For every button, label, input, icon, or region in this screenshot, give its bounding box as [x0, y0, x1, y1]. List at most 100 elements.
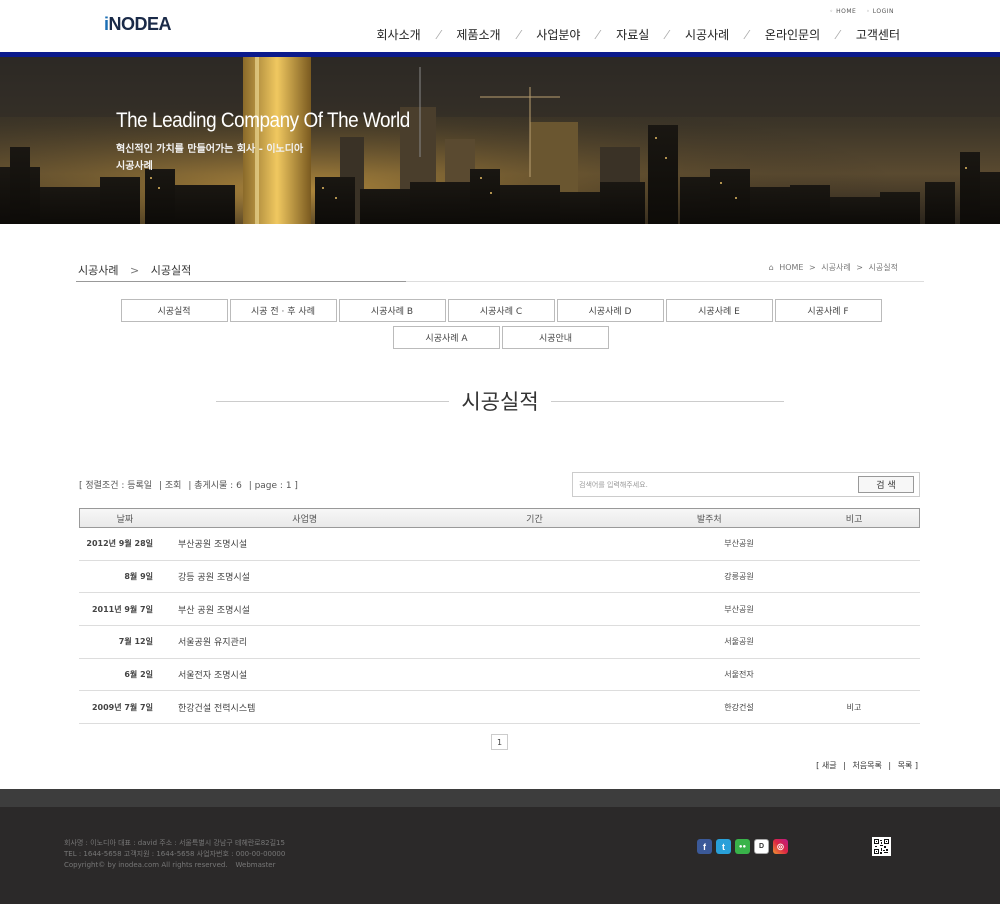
- nav-separator: /: [594, 28, 603, 41]
- tab-case-f[interactable]: 시공사례 F: [774, 299, 882, 322]
- company-info: 회사명 : 이노디아 대표 : david 주소 : 서울특별시 강남구 테헤란…: [64, 838, 285, 871]
- row-client: 부산공원: [724, 539, 754, 549]
- row-client: 서울공원: [724, 637, 754, 647]
- row-date: 2011년 9월 7일: [91, 604, 153, 614]
- header-client: 발주처: [696, 514, 722, 525]
- nav-separator: /: [434, 28, 443, 41]
- nav-item-archive[interactable]: 자료실: [616, 26, 649, 43]
- row-client: 강릉공원: [724, 572, 754, 582]
- site-logo[interactable]: iNODEA: [104, 14, 172, 35]
- twitter-icon[interactable]: t: [716, 839, 731, 854]
- breadcrumb-current[interactable]: 시공실적: [869, 263, 898, 272]
- line-icon[interactable]: ●●: [735, 839, 750, 854]
- nav-item-cases[interactable]: 시공사례: [685, 26, 729, 43]
- copyright: Copyright© by inodea.com All rights rese…: [64, 861, 228, 869]
- company-info-line: 회사명 : 이노디아 대표 : david 주소 : 서울특별시 강남구 테헤란…: [64, 839, 285, 847]
- sort-condition[interactable]: [ 정렬조건 : 등록일: [79, 481, 152, 491]
- breadcrumb: ⌂ HOME > 시공사례 > 시공실적: [769, 262, 898, 273]
- qr-code-icon[interactable]: [872, 837, 891, 856]
- nav-item-inquiry[interactable]: 온라인문의: [765, 26, 820, 43]
- sns-links: f t ●● D ◎: [697, 839, 788, 854]
- search-box: 검 색: [572, 472, 920, 497]
- first-list-link[interactable]: 처음목록: [852, 761, 881, 770]
- divider: [216, 400, 450, 402]
- table-row[interactable]: 8월 9일 강등 공원 조명시설 강릉공원: [79, 561, 920, 594]
- nav-separator: /: [662, 28, 672, 41]
- table-header: 날짜 사업명 기간 발주처 비고: [79, 508, 920, 528]
- list-info: [ 정렬조건 : 등록일 | 조회 | 총게시물 : 6 | page : 1 …: [79, 478, 302, 491]
- list-link[interactable]: 목록 ]: [898, 761, 918, 770]
- sort-views[interactable]: | 조회: [159, 481, 181, 491]
- row-date: 2009년 7월 7일: [91, 702, 153, 712]
- nav-item-support[interactable]: 고객센터: [856, 26, 900, 43]
- table-row[interactable]: 2009년 7월 7일 한강건설 전력시스템 한강건설 비고: [79, 691, 920, 725]
- login-link[interactable]: LOGIN: [866, 8, 894, 15]
- chevron-right-icon: >: [856, 263, 863, 272]
- section-title: 시공실적: [461, 390, 539, 414]
- hero-title: The Leading Company Of The World: [116, 109, 410, 132]
- section-heading: 시공실적: [216, 386, 784, 416]
- separator: |: [843, 761, 846, 770]
- row-title[interactable]: 서울공원 유지관리: [153, 635, 439, 648]
- header-title: 사업명: [292, 514, 318, 525]
- tab-guide[interactable]: 시공안내: [502, 326, 609, 349]
- search-input[interactable]: [579, 478, 849, 492]
- row-title[interactable]: 서울전자 조명시설: [153, 668, 439, 681]
- nav-item-products[interactable]: 제품소개: [456, 26, 500, 43]
- pagination-page[interactable]: 1: [491, 734, 508, 750]
- row-title[interactable]: 강등 공원 조명시설: [153, 570, 439, 583]
- table-row[interactable]: 2011년 9월 7일 부산 공원 조명시설 부산공원: [79, 593, 920, 627]
- row-title[interactable]: 한강건설 전력시스템: [153, 701, 439, 714]
- header-date: 날짜: [116, 514, 134, 525]
- row-client: 서울전자: [724, 670, 754, 680]
- breadcrumb-section[interactable]: 시공사례: [821, 263, 850, 272]
- row-title[interactable]: 부산공원 조명시설: [153, 537, 439, 550]
- nav-item-business[interactable]: 사업분야: [536, 26, 580, 43]
- row-client: 한강건설: [724, 702, 754, 712]
- hero-banner: The Leading Company Of The World 혁신적인 가치…: [0, 57, 1000, 224]
- nav-separator: /: [833, 28, 843, 41]
- tab-results[interactable]: 시공실적: [120, 299, 228, 322]
- company-info-line: TEL : 1644-5658 고객지원 : 1644-5658 사업자번호 :…: [64, 850, 286, 858]
- webmaster-link[interactable]: Webmaster: [236, 861, 276, 869]
- section-name: 시공사례: [78, 264, 119, 277]
- new-post-link[interactable]: [ 새글: [816, 761, 836, 770]
- header-note: 비고: [845, 514, 863, 525]
- table-row[interactable]: 7월 12일 서울공원 유지관리 서울공원: [79, 626, 920, 659]
- row-note: 비고: [846, 702, 862, 712]
- search-button[interactable]: 검 색: [858, 476, 914, 493]
- tab-before-after[interactable]: 시공 전 · 후 사례: [229, 299, 337, 322]
- row-client: 부산공원: [724, 604, 754, 614]
- breadcrumb-home[interactable]: HOME: [779, 263, 803, 272]
- chevron-right-icon: >: [129, 264, 140, 277]
- divider-accent: [76, 281, 406, 282]
- kakaostory-icon[interactable]: D: [754, 839, 769, 854]
- table-row[interactable]: 6월 2일 서울전자 조명시설 서울전자: [79, 659, 920, 692]
- separator: |: [888, 761, 892, 770]
- tab-case-d[interactable]: 시공사례 D: [556, 299, 664, 322]
- table-row[interactable]: 2012년 9월 28일 부산공원 조명시설 부산공원: [79, 528, 920, 561]
- tab-case-e[interactable]: 시공사례 E: [665, 299, 773, 322]
- tab-case-a[interactable]: 시공사례 A: [393, 326, 500, 349]
- tab-case-c[interactable]: 시공사례 C: [447, 299, 555, 322]
- category-tabs: 시공실적 시공 전 · 후 사례 시공사례 B 시공사례 C 시공사례 D 시공…: [118, 299, 884, 349]
- current-page-name: 시공실적: [150, 264, 192, 277]
- home-icon: ⌂: [768, 263, 774, 272]
- chevron-right-icon: >: [809, 263, 816, 272]
- row-date: 2012년 9월 28일: [86, 539, 153, 549]
- hero-subtitle: 혁신적인 가치를 만들어가는 회사 - 이노디아: [116, 144, 304, 155]
- logo-text: NODEA: [108, 14, 172, 34]
- header-period: 기간: [526, 514, 543, 525]
- site-header: iNODEA HOME LOGIN 회사소개 / 제품소개 / 사업분야 / 자…: [0, 0, 1000, 52]
- facebook-icon[interactable]: f: [697, 839, 712, 854]
- nav-item-company[interactable]: 회사소개: [377, 26, 421, 43]
- tab-case-b[interactable]: 시공사례 B: [338, 299, 446, 322]
- board-actions: [ 새글 | 처음목록 | 목록 ]: [816, 760, 918, 771]
- nav-separator: /: [514, 28, 523, 41]
- home-link[interactable]: HOME: [830, 8, 857, 15]
- page-title: 시공사례 > 시공실적: [78, 262, 191, 278]
- row-title[interactable]: 부산 공원 조명시설: [153, 603, 439, 616]
- main-nav: 회사소개 / 제품소개 / 사업분야 / 자료실 / 시공사례 / 온라인문의 …: [377, 26, 901, 43]
- nav-separator: /: [742, 28, 752, 41]
- instagram-icon[interactable]: ◎: [773, 839, 788, 854]
